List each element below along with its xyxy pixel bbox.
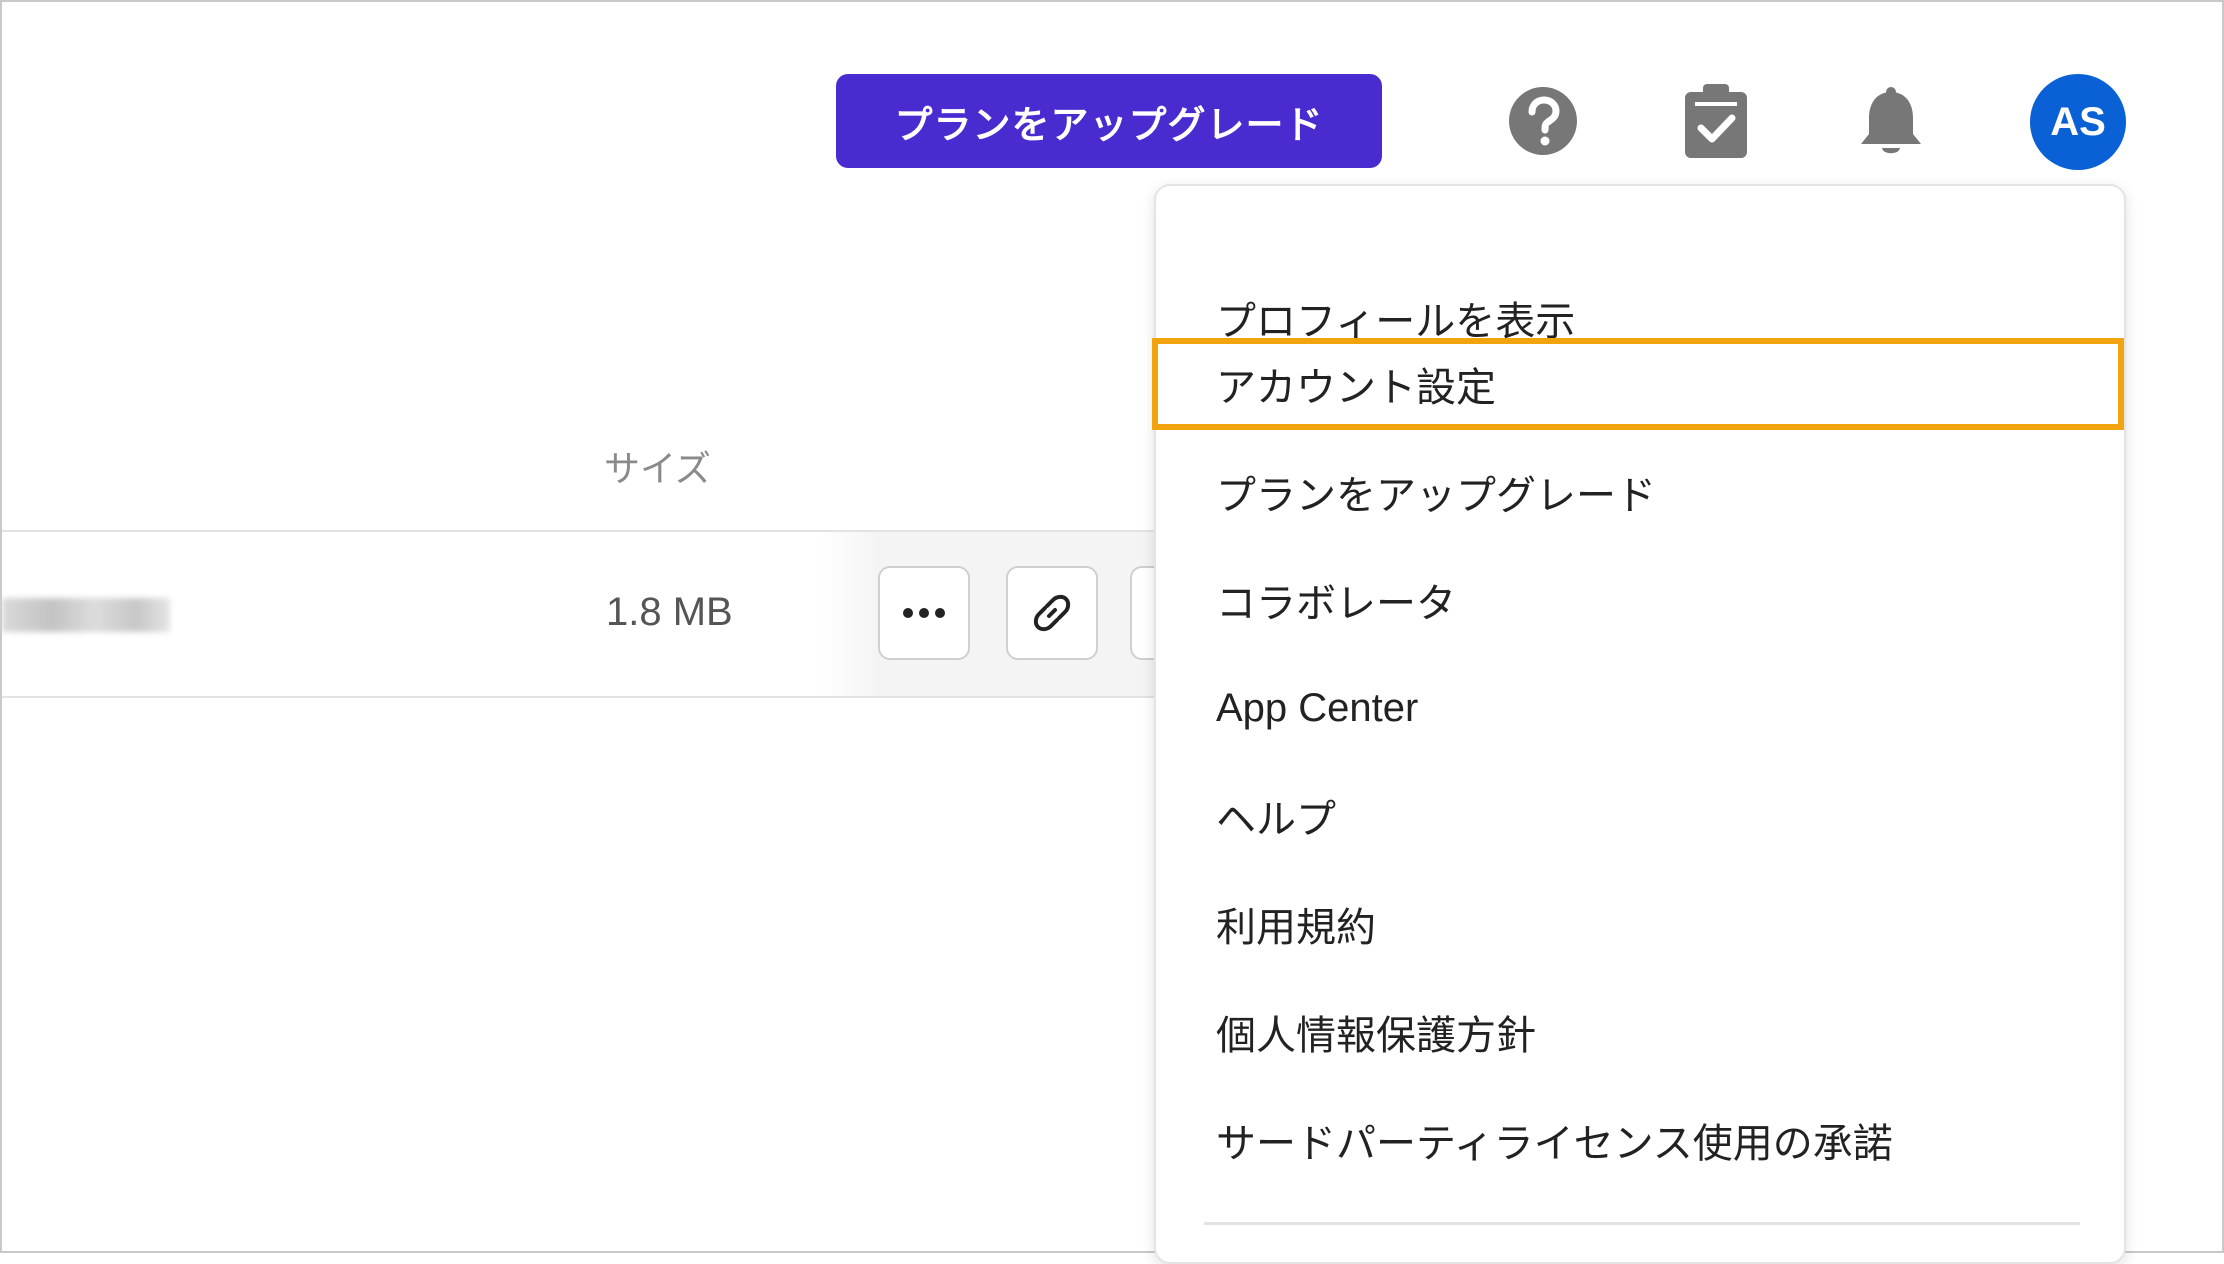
menu-item-help[interactable]: ヘルプ [1216, 776, 1336, 856]
account-dropdown-menu: プロフィールを表示 アカウント設定 プランをアップグレード コラボレータ App… [1152, 184, 2126, 1264]
clipboard-check-icon[interactable] [1683, 84, 1749, 160]
file-size: 1.8 MB [606, 590, 733, 634]
menu-item-upgrade-plan[interactable]: プランをアップグレード [1216, 452, 1656, 532]
column-header-size[interactable]: サイズ [604, 440, 711, 492]
menu-item-terms[interactable]: 利用規約 [1216, 884, 1376, 964]
link-icon [1033, 594, 1071, 632]
menu-item-app-center[interactable]: App Center [1216, 668, 1418, 748]
help-icon[interactable] [1508, 86, 1578, 156]
menu-item-privacy-policy[interactable]: 個人情報保護方針 [1216, 992, 1536, 1072]
upgrade-plan-button[interactable]: プランをアップグレード [836, 74, 1382, 168]
ellipsis-icon [903, 608, 945, 618]
table-divider [2, 696, 1154, 698]
copy-link-button[interactable] [1006, 566, 1098, 660]
row-hover-background [820, 532, 1154, 696]
menu-divider [1204, 1222, 2080, 1225]
menu-item-collaborators[interactable]: コラボレータ [1216, 560, 1456, 640]
menu-item-third-party-licenses[interactable]: サードパーティライセンス使用の承諾 [1216, 1100, 1893, 1180]
menu-item-account-settings[interactable]: アカウント設定 [1216, 344, 1496, 424]
bell-icon[interactable] [1856, 86, 1926, 158]
file-name-redacted[interactable] [2, 598, 170, 632]
more-options-button[interactable] [878, 566, 970, 660]
user-avatar-button[interactable]: AS [2030, 74, 2126, 170]
